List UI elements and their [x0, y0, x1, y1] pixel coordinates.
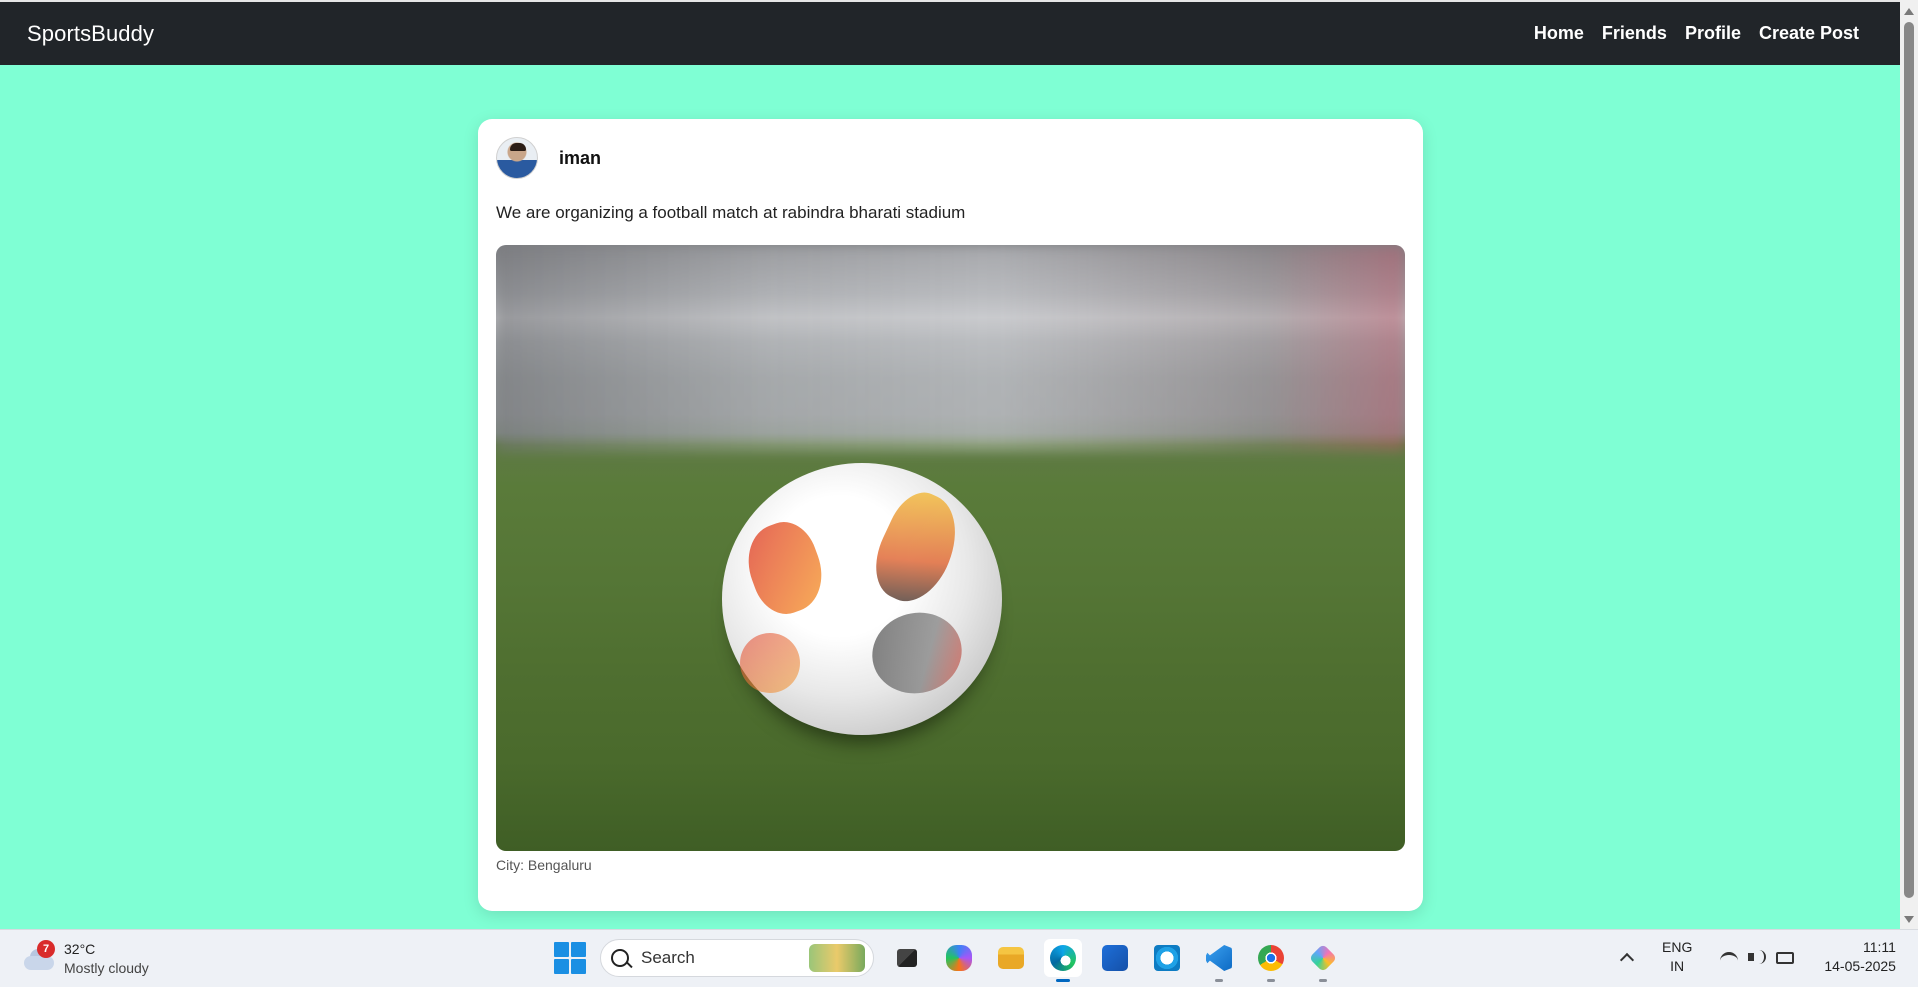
- avatar[interactable]: [496, 137, 538, 179]
- clock-time: 11:11: [1863, 939, 1896, 955]
- nav-links: Home Friends Profile Create Post: [1534, 23, 1859, 44]
- post-header: iman: [496, 137, 601, 179]
- clock-date: 14-05-2025: [1824, 958, 1896, 974]
- weather-text: 32°C Mostly cloudy: [64, 940, 149, 978]
- football-image: [722, 463, 1002, 735]
- clock[interactable]: 11:11 14-05-2025: [1824, 938, 1896, 976]
- system-tray: ENG IN 11:11 14-05-2025: [1619, 938, 1896, 976]
- navbar: SportsBuddy Home Friends Profile Create …: [0, 2, 1900, 65]
- taskbar-search[interactable]: Search: [600, 939, 874, 977]
- task-view-icon[interactable]: [888, 939, 926, 977]
- post-card: iman We are organizing a football match …: [478, 119, 1423, 911]
- post-image: [496, 245, 1405, 851]
- language-code: ENG: [1662, 939, 1693, 955]
- windows-start-icon[interactable]: [554, 942, 586, 974]
- nav-link-friends[interactable]: Friends: [1602, 23, 1667, 44]
- active-app-indicator: [1056, 979, 1070, 982]
- volume-icon: [1748, 949, 1767, 965]
- alexa-icon[interactable]: [1148, 939, 1186, 977]
- weather-condition: Mostly cloudy: [64, 960, 149, 976]
- weather-badge: 7: [37, 940, 55, 958]
- wifi-icon: [1720, 952, 1739, 962]
- nav-link-home[interactable]: Home: [1534, 23, 1584, 44]
- search-label: Search: [641, 948, 695, 967]
- quick-settings[interactable]: [1720, 949, 1795, 965]
- post-text: We are organizing a football match at ra…: [496, 203, 966, 222]
- app-icon[interactable]: [1304, 939, 1342, 982]
- nav-link-profile[interactable]: Profile: [1685, 23, 1741, 44]
- post-city: City: Bengaluru: [496, 857, 592, 873]
- weather-temperature: 32°C: [64, 941, 96, 957]
- weather-widget[interactable]: 7 32°C Mostly cloudy: [22, 940, 149, 978]
- chrome-icon[interactable]: [1252, 939, 1290, 982]
- search-highlight-art-icon: [809, 944, 865, 972]
- post-username[interactable]: iman: [559, 148, 601, 169]
- scroll-up-arrow-icon[interactable]: [1904, 8, 1914, 15]
- region-code: IN: [1670, 958, 1685, 974]
- windows-taskbar: 7 32°C Mostly cloudy Search ENG IN 11:11…: [0, 929, 1918, 987]
- battery-icon: [1776, 952, 1795, 964]
- language-indicator[interactable]: ENG IN: [1662, 938, 1692, 976]
- store-icon[interactable]: [1096, 939, 1134, 977]
- folder-icon[interactable]: [992, 939, 1030, 977]
- edge-icon[interactable]: [1044, 939, 1082, 982]
- running-app-indicator: [1215, 979, 1223, 982]
- cloud-icon: 7: [22, 940, 56, 972]
- scroll-thumb[interactable]: [1904, 22, 1914, 898]
- page-scrollbar[interactable]: [1900, 0, 1918, 929]
- nav-link-create-post[interactable]: Create Post: [1759, 23, 1859, 44]
- search-icon: [611, 949, 629, 967]
- taskbar-center: Search: [554, 939, 1342, 982]
- stadium-background: [496, 245, 1405, 452]
- copilot-icon[interactable]: [940, 939, 978, 977]
- vscode-icon[interactable]: [1200, 939, 1238, 982]
- running-app-indicator: [1319, 979, 1327, 982]
- chevron-up-icon[interactable]: [1619, 952, 1635, 968]
- running-app-indicator: [1267, 979, 1275, 982]
- brand-logo-text[interactable]: SportsBuddy: [27, 21, 154, 47]
- scroll-down-arrow-icon[interactable]: [1904, 916, 1914, 923]
